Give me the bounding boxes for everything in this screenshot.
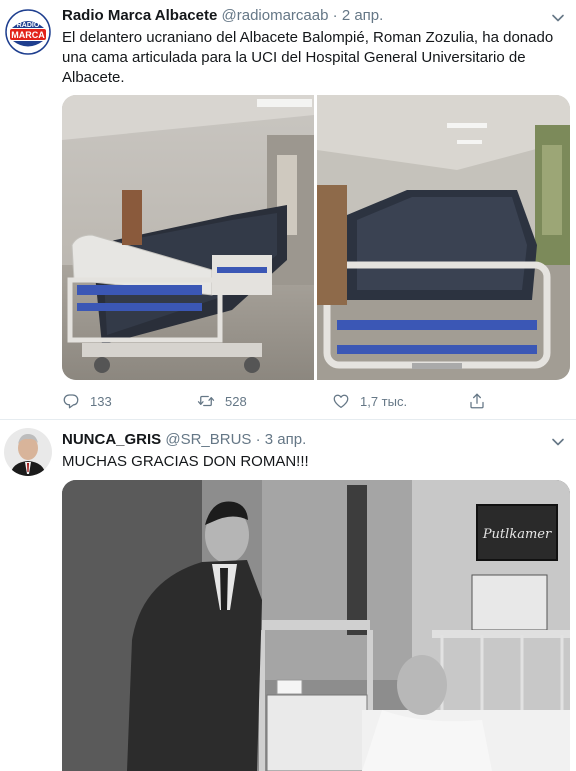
svg-text:MARCA: MARCA (11, 30, 45, 40)
svg-text:RADIO: RADIO (17, 22, 40, 29)
reply-count: 133 (90, 393, 112, 409)
tweet-photo-bed-1[interactable] (62, 95, 314, 380)
author-name[interactable]: Radio Marca Albacete (62, 7, 217, 24)
retweet-icon (197, 395, 215, 407)
portrait-avatar-image (4, 428, 52, 476)
avatar-nunca-gris[interactable] (4, 428, 52, 476)
tweet-photo-bed-2[interactable] (317, 95, 570, 380)
heart-icon (333, 394, 349, 409)
reply-button[interactable]: 133 (62, 388, 112, 414)
share-button[interactable] (468, 388, 496, 414)
radio-marca-logo: RADIO MARCA (4, 8, 52, 56)
share-icon (470, 393, 484, 409)
retweet-button[interactable]: 528 (197, 388, 247, 414)
tweet-actions: 133 528 1,7 тыс. (62, 388, 562, 414)
chevron-down-icon[interactable] (550, 434, 566, 450)
tweet-text: El delantero ucraniano del Albacete Balo… (62, 29, 554, 86)
like-button[interactable]: 1,7 тыс. (332, 388, 407, 414)
author-name[interactable]: NUNCA_GRIS (62, 431, 161, 448)
retweet-count: 528 (225, 393, 247, 409)
avatar-radio-marca[interactable]: RADIO MARCA (4, 8, 52, 56)
chevron-down-icon[interactable] (550, 10, 566, 26)
header-separator: · (332, 7, 338, 24)
header-separator: · (255, 431, 261, 448)
photo-sign-text: Putlkamer (482, 527, 552, 542)
author-handle[interactable]: @SR_BRUS (165, 431, 251, 448)
author-handle[interactable]: @radiomarcaab (222, 7, 329, 24)
reply-icon (63, 394, 79, 409)
tweet-text: MUCHAS GRACIAS DON ROMAN!!! (62, 453, 309, 470)
tweet-photo-historical[interactable]: Putlkamer (62, 480, 570, 771)
tweet-date[interactable]: 2 апр. (342, 7, 383, 24)
tweet-header: NUNCA_GRIS @SR_BRUS · 3 апр. (62, 430, 306, 450)
like-count: 1,7 тыс. (360, 393, 408, 409)
tweet-header: Radio Marca Albacete @radiomarcaab · 2 а… (62, 6, 383, 26)
tweet-date[interactable]: 3 апр. (265, 431, 306, 448)
